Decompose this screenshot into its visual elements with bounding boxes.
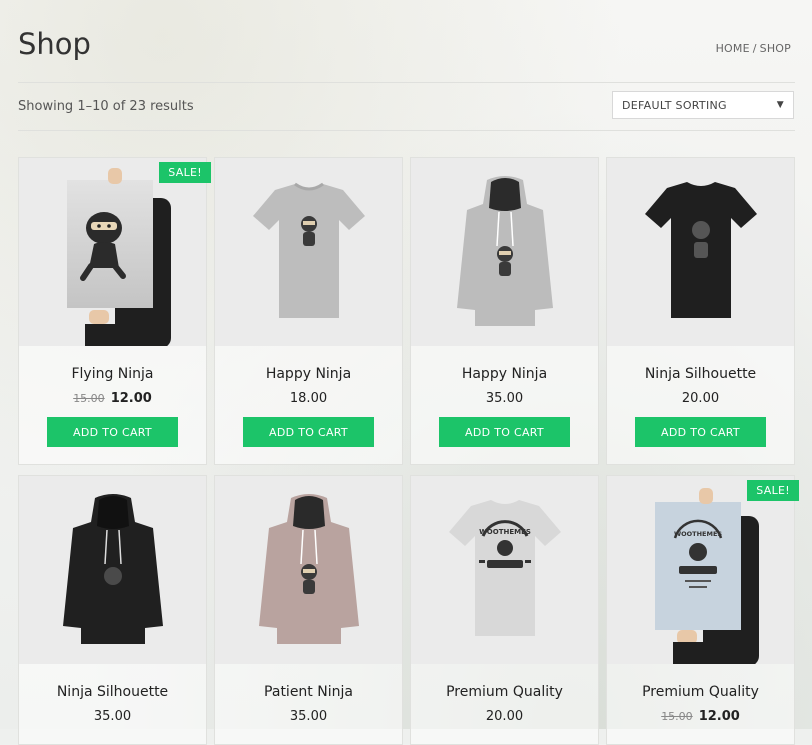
product-price: 35.00 [289,709,328,724]
original-price: 15.00 [73,392,105,405]
sale-price: 12.00 [698,709,740,724]
shop-page: Shop HOME / SHOP Showing 1–10 of 23 result… [18,0,812,745]
sale-badge: SALE! [747,480,799,501]
product-image[interactable] [411,158,598,346]
woothemes-logo-text: WOOTHEMES [674,530,722,538]
product-price: 20.00 [485,709,524,724]
divider [18,82,795,83]
product-name[interactable]: Ninja Silhouette [607,366,794,382]
sale-price: 12.00 [110,391,152,406]
product-price: 35.00 [93,709,132,724]
product-name[interactable]: Happy Ninja [411,366,598,382]
product-card[interactable]: Ninja Silhouette 20.00 ADD TO CART [606,157,795,465]
ninja-poster-icon [67,168,171,346]
dropdown-arrow-icon: ▼ [776,100,784,110]
product-card[interactable]: WOOTHEMES SALE! Premium Quality 15.00 12.… [606,475,799,745]
add-to-cart-button[interactable]: ADD TO CART [439,417,570,447]
woothemes-tshirt-icon: WOOTHEMES [449,500,561,636]
product-card[interactable]: Happy Ninja 18.00 ADD TO CART [214,157,403,465]
pink-hoodie-icon [259,494,359,644]
product-price: 15.00 12.00 [19,391,206,406]
breadcrumb-separator: / [752,42,757,55]
product-image[interactable]: WOOTHEMES [607,476,794,664]
product-price: 15.00 12.00 [607,709,794,724]
result-count: Showing 1–10 of 23 results [18,99,194,114]
add-to-cart-button[interactable]: ADD TO CART [47,417,178,447]
add-to-cart-button[interactable]: ADD TO CART [243,417,374,447]
product-price: 20.00 [681,391,720,406]
product-card[interactable]: Ninja Silhouette 35.00 [18,475,207,745]
black-tshirt-icon [645,182,757,318]
breadcrumb-current: SHOP [759,42,791,55]
product-name[interactable]: Premium Quality [607,684,794,700]
product-image[interactable]: WOOTHEMES [411,476,598,664]
product-name[interactable]: Ninja Silhouette [19,684,206,700]
product-name[interactable]: Happy Ninja [215,366,402,382]
product-name[interactable]: Patient Ninja [215,684,402,700]
product-card[interactable]: WOOTHEMES Premium Quality 20.00 [410,475,599,745]
product-image[interactable] [215,158,402,346]
sale-badge: SALE! [159,162,211,183]
product-card[interactable]: SALE! Flying Ninja 15.00 12.00 ADD TO CAR… [18,157,211,465]
product-name[interactable]: Flying Ninja [19,366,206,382]
product-image[interactable] [19,476,206,664]
product-card[interactable]: Patient Ninja 35.00 [214,475,403,745]
divider [18,130,795,131]
product-price: 18.00 [289,391,328,406]
grey-hoodie-icon [457,176,553,326]
black-hoodie-icon [63,494,163,644]
product-image[interactable] [215,476,402,664]
woothemes-poster-icon: WOOTHEMES [655,488,759,664]
sorting-select[interactable]: DEFAULT SORTING ▼ [612,91,794,119]
add-to-cart-button[interactable]: ADD TO CART [635,417,766,447]
woothemes-logo-text: WOOTHEMES [479,528,531,536]
product-image[interactable] [19,158,206,346]
product-price: 35.00 [485,391,524,406]
product-card[interactable]: Happy Ninja 35.00 ADD TO CART [410,157,599,465]
product-image[interactable] [607,158,794,346]
breadcrumb: HOME / SHOP [716,42,791,55]
page-title: Shop [18,27,91,61]
sorting-selected-value: DEFAULT SORTING [622,98,727,112]
grey-tshirt-icon [253,182,365,318]
original-price: 15.00 [661,710,693,723]
product-name[interactable]: Premium Quality [411,684,598,700]
breadcrumb-home[interactable]: HOME [716,42,750,55]
